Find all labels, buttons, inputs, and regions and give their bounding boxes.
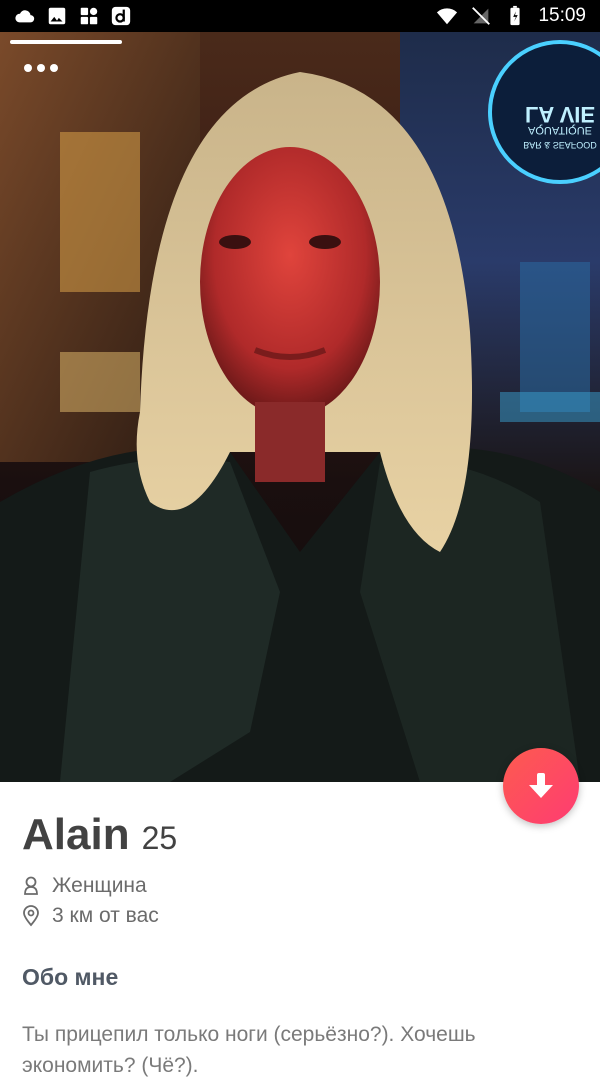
photo-indicator-active	[10, 40, 122, 44]
distance-row: 3 км от вас	[22, 904, 582, 928]
name-row: Alain 25	[22, 810, 582, 860]
no-sim-icon	[472, 7, 491, 25]
profile-photo[interactable]: LA VIE AQUATIQUE BAR & SEAFOOD	[0, 32, 600, 782]
status-bar: 15:09	[0, 0, 600, 32]
wifi-icon	[437, 8, 458, 25]
gallery-icon	[48, 7, 66, 25]
dashboard-icon	[80, 7, 98, 25]
about-heading: Обо мне	[22, 964, 119, 990]
clock: 15:09	[538, 5, 586, 26]
profile-name: Alain	[22, 810, 130, 859]
more-options-icon[interactable]	[24, 64, 58, 72]
photo-scene: LA VIE AQUATIQUE BAR & SEAFOOD	[0, 32, 600, 782]
location-pin-icon	[23, 905, 39, 927]
gender-row: Женщина	[22, 874, 582, 898]
profile-age: 25	[141, 820, 178, 856]
arrow-down-icon	[529, 773, 553, 798]
profile-info: Alain 25 Женщина 3 км от вас Обо мне Ты …	[22, 810, 582, 1081]
profile-distance: 3 км от вас	[52, 904, 159, 927]
photo-indicator-track	[126, 40, 590, 44]
neon-line-2: AQUATIQUE	[528, 124, 592, 136]
neon-line-1: LA VIE	[525, 102, 595, 127]
about-text: Ты прицепил только ноги (серьёзно?). Хоч…	[22, 1023, 476, 1077]
profile-gender: Женщина	[52, 874, 147, 897]
cloud-icon	[15, 10, 35, 23]
app-d-icon	[111, 6, 131, 26]
person-icon	[24, 876, 38, 895]
neon-line-3: BAR & SEAFOOD	[523, 140, 597, 150]
battery-icon	[510, 5, 521, 26]
